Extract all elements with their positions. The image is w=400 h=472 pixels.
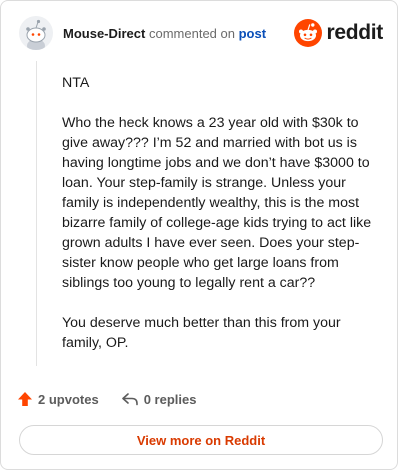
reddit-logo-icon xyxy=(294,19,323,47)
byline-action: commented on xyxy=(148,26,235,41)
upvote-button[interactable]: 2 upvotes xyxy=(17,391,99,407)
replies-button[interactable]: 0 replies xyxy=(121,391,197,407)
comment-header: Mouse-Direct commented on post reddit xyxy=(19,16,383,52)
embedded-comment-card: Mouse-Direct commented on post reddit NT… xyxy=(0,0,398,470)
view-more-button[interactable]: View more on Reddit xyxy=(19,425,383,455)
post-link[interactable]: post xyxy=(239,26,266,41)
comment-actions: 2 upvotes 0 replies xyxy=(17,389,196,409)
comment-paragraph: You deserve much better than this from y… xyxy=(62,315,341,351)
upvote-count: 2 upvotes xyxy=(38,391,99,407)
reddit-wordmark: reddit xyxy=(326,21,383,44)
thread-line xyxy=(36,61,37,366)
reddit-logo[interactable]: reddit xyxy=(294,18,383,48)
comment-body: NTA Who the heck knows a 23 year old wit… xyxy=(62,73,380,373)
comment-paragraph: Who the heck knows a 23 year old with $3… xyxy=(62,115,372,291)
comment-byline: Mouse-Direct commented on post xyxy=(63,26,266,41)
reply-arrow-icon xyxy=(121,393,138,406)
reply-count: 0 replies xyxy=(143,391,197,407)
snoo-avatar-icon xyxy=(19,16,53,50)
upvote-arrow-icon xyxy=(18,392,32,406)
author-name[interactable]: Mouse-Direct xyxy=(63,26,145,41)
comment-paragraph: NTA xyxy=(62,75,90,91)
user-avatar[interactable] xyxy=(19,16,53,50)
